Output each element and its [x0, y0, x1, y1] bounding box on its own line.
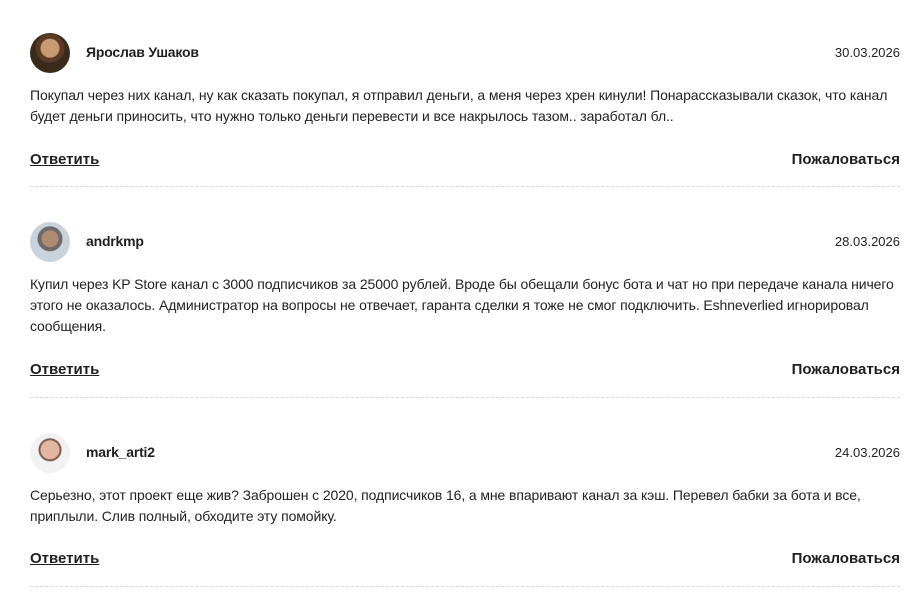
comment-actions: Ответить Пожаловаться — [30, 361, 900, 381]
comment-item: Ярослав Ушаков 30.03.2026 Покупал через … — [30, 33, 900, 171]
divider — [30, 186, 900, 187]
comment-author[interactable]: Ярослав Ушаков — [86, 44, 199, 60]
reply-link[interactable]: Ответить — [30, 550, 99, 567]
divider — [30, 586, 900, 587]
comment-text: Серьезно, этот проект еще жив? Заброшен … — [30, 487, 861, 524]
comments-list: Ярослав Ушаков 30.03.2026 Покупал через … — [0, 0, 923, 597]
comment-item: andrkmp 28.03.2026 Купил через KP Store … — [30, 222, 900, 381]
comment-actions: Ответить Пожаловаться — [30, 550, 900, 570]
report-link[interactable]: Пожаловаться — [792, 151, 900, 168]
comment-date: 28.03.2026 — [834, 234, 900, 249]
avatar[interactable] — [30, 222, 70, 262]
comment-header: andrkmp 28.03.2026 — [30, 222, 900, 262]
comment-text: Купил через KP Store канал с 3000 подпис… — [30, 276, 894, 334]
comment-text: Покупал через них канал, ну как сказать … — [30, 87, 888, 124]
comment-author[interactable]: mark_arti2 — [86, 444, 155, 460]
comment-author[interactable]: andrkmp — [86, 233, 144, 249]
avatar[interactable] — [30, 433, 70, 473]
report-link[interactable]: Пожаловаться — [792, 550, 900, 567]
report-link[interactable]: Пожаловаться — [792, 361, 900, 378]
comment-item: mark_arti2 24.03.2026 Серьезно, этот про… — [30, 433, 900, 570]
comment-date: 24.03.2026 — [834, 445, 900, 460]
comment-header: mark_arti2 24.03.2026 — [30, 433, 900, 473]
reply-link[interactable]: Ответить — [30, 151, 99, 168]
comment-date: 30.03.2026 — [834, 45, 900, 60]
divider — [30, 397, 900, 398]
reply-link[interactable]: Ответить — [30, 361, 99, 378]
comment-actions: Ответить Пожаловаться — [30, 151, 900, 171]
comment-header: Ярослав Ушаков 30.03.2026 — [30, 33, 900, 73]
avatar[interactable] — [30, 33, 70, 73]
